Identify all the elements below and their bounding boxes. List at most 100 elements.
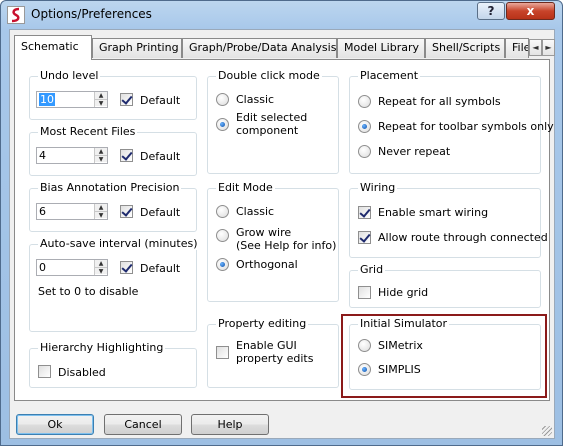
tab-model-library[interactable]: Model Library xyxy=(337,38,425,58)
hierarchy-highlighting-group: Hierarchy Highlighting Disabled xyxy=(29,341,197,388)
spinner-arrows[interactable]: ▲ ▼ xyxy=(94,204,107,219)
bias-precision-spinner[interactable]: 6 ▲ ▼ xyxy=(36,203,108,220)
recent-files-group: Most Recent Files 4 ▲ ▼ Default xyxy=(29,125,197,176)
spin-up-icon[interactable]: ▲ xyxy=(95,148,107,155)
placement-repeat-all-label: Repeat for all symbols xyxy=(378,95,501,108)
spinner-arrows[interactable]: ▲ ▼ xyxy=(94,92,107,107)
allow-route-through-label: Allow route through connected xyxy=(378,231,548,244)
tab-scroll-right-icon[interactable]: ► xyxy=(542,39,555,56)
edit-mode-grow-wire-help: (See Help for info) xyxy=(236,239,337,252)
double-click-edit-selected-radio[interactable] xyxy=(216,118,229,131)
hierarchy-highlighting-title: Hierarchy Highlighting xyxy=(38,341,166,354)
spin-up-icon[interactable]: ▲ xyxy=(95,92,107,99)
enable-gui-label: Enable GUI xyxy=(236,339,297,352)
resize-grip-icon[interactable] xyxy=(542,426,552,436)
autosave-spinner[interactable]: 0 ▲ ▼ xyxy=(36,259,108,276)
undo-default-label: Default xyxy=(140,94,181,107)
bias-default-label: Default xyxy=(140,206,181,219)
edit-mode-classic-label: Classic xyxy=(236,205,275,218)
help-button[interactable]: Help xyxy=(191,414,269,435)
initial-simulator-title: Initial Simulator xyxy=(358,317,450,330)
undo-default-checkbox[interactable] xyxy=(120,93,133,106)
tab-graph-probe-data-analysis[interactable]: Graph/Probe/Data Analysis xyxy=(182,38,337,58)
autosave-default-label: Default xyxy=(140,262,181,275)
autosave-value[interactable]: 0 xyxy=(39,261,46,274)
edit-mode-classic-radio[interactable] xyxy=(216,205,229,218)
tab-scroll-left-icon[interactable]: ◄ xyxy=(529,39,542,56)
title-bar[interactable]: Options/Preferences ? x xyxy=(1,1,562,29)
autosave-title: Auto-save interval (minutes) xyxy=(38,237,200,250)
spin-up-icon[interactable]: ▲ xyxy=(95,204,107,211)
schematic-page: Undo level 10 ▲ ▼ Default Most Recent Fi… xyxy=(14,59,554,401)
hierarchy-disabled-label: Disabled xyxy=(58,366,106,379)
grid-group: Grid Hide grid xyxy=(349,263,541,308)
edit-mode-grow-wire-label: Grow wire xyxy=(236,226,292,239)
autosave-default-checkbox[interactable] xyxy=(120,261,133,274)
recent-files-value[interactable]: 4 xyxy=(39,149,46,162)
wiring-title: Wiring xyxy=(358,181,398,194)
bias-default-checkbox[interactable] xyxy=(120,205,133,218)
double-click-edit-selected-label: Edit selected xyxy=(236,111,308,124)
recent-default-label: Default xyxy=(140,150,181,163)
edit-mode-grow-wire-radio[interactable] xyxy=(216,229,229,242)
tab-shell-scripts[interactable]: Shell/Scripts xyxy=(425,38,505,58)
title-help-button[interactable]: ? xyxy=(477,2,505,20)
enable-smart-wiring-label: Enable smart wiring xyxy=(378,206,489,219)
double-click-classic-radio[interactable] xyxy=(216,93,229,106)
spinner-arrows[interactable]: ▲ ▼ xyxy=(94,260,107,275)
tab-graph-printing[interactable]: Graph Printing xyxy=(92,38,182,58)
double-click-component-label: component xyxy=(236,124,299,137)
edit-mode-orthogonal-radio[interactable] xyxy=(216,258,229,271)
undo-level-value[interactable]: 10 xyxy=(39,93,55,106)
wiring-group: Wiring Enable smart wiring Allow route t… xyxy=(349,181,548,258)
cancel-button[interactable]: Cancel xyxy=(104,414,182,435)
app-logo-icon xyxy=(7,6,25,24)
hierarchy-disabled-checkbox[interactable] xyxy=(38,365,51,378)
edit-mode-orthogonal-label: Orthogonal xyxy=(236,258,298,271)
placement-repeat-all-radio[interactable] xyxy=(358,95,371,108)
simulator-simplis-radio[interactable] xyxy=(358,363,371,376)
window-title: Options/Preferences xyxy=(31,7,152,21)
undo-level-group: Undo level 10 ▲ ▼ Default xyxy=(29,69,197,120)
ok-button[interactable]: Ok xyxy=(16,414,94,435)
placement-never-repeat-label: Never repeat xyxy=(378,145,451,158)
placement-group: Placement Repeat for all symbols Repeat … xyxy=(349,69,554,174)
recent-default-checkbox[interactable] xyxy=(120,149,133,162)
grid-title: Grid xyxy=(358,263,386,276)
enable-smart-wiring-checkbox[interactable] xyxy=(358,206,371,219)
hide-grid-checkbox[interactable] xyxy=(358,286,371,299)
bias-precision-group: Bias Annotation Precision 6 ▲ ▼ Default xyxy=(29,181,197,232)
spin-down-icon[interactable]: ▼ xyxy=(95,99,107,107)
close-button[interactable]: x xyxy=(506,2,555,20)
spin-down-icon[interactable]: ▼ xyxy=(95,155,107,163)
tab-strip: Schematic Graph Printing Graph/Probe/Dat… xyxy=(14,35,555,60)
initial-simulator-group: Initial Simulator SIMetrix SIMPLIS xyxy=(349,317,541,390)
edit-mode-group: Edit Mode Classic Grow wire (See Help fo… xyxy=(207,181,339,302)
placement-repeat-toolbar-radio[interactable] xyxy=(358,120,371,133)
undo-level-title: Undo level xyxy=(38,69,101,82)
options-dialog: Options/Preferences ? x Schematic Graph … xyxy=(0,0,563,446)
property-editing-title: Property editing xyxy=(216,317,309,330)
placement-title: Placement xyxy=(358,69,421,82)
recent-files-spinner[interactable]: 4 ▲ ▼ xyxy=(36,147,108,164)
dialog-client: Schematic Graph Printing Graph/Probe/Dat… xyxy=(9,29,555,439)
hide-grid-label: Hide grid xyxy=(378,286,429,299)
tab-schematic[interactable]: Schematic xyxy=(14,35,92,60)
allow-route-through-checkbox[interactable] xyxy=(358,231,371,244)
double-click-mode-title: Double click mode xyxy=(216,69,322,82)
spin-down-icon[interactable]: ▼ xyxy=(95,211,107,219)
simulator-simetrix-radio[interactable] xyxy=(358,339,371,352)
undo-level-spinner[interactable]: 10 ▲ ▼ xyxy=(36,91,108,108)
enable-gui-property-edits-checkbox[interactable] xyxy=(216,346,229,359)
property-editing-group: Property editing Enable GUI property edi… xyxy=(207,317,339,388)
tab-file[interactable]: File xyxy=(505,38,529,58)
edit-mode-title: Edit Mode xyxy=(216,181,275,194)
double-click-mode-group: Double click mode Classic Edit selected … xyxy=(207,69,339,174)
spinner-arrows[interactable]: ▲ ▼ xyxy=(94,148,107,163)
spin-up-icon[interactable]: ▲ xyxy=(95,260,107,267)
spin-down-icon[interactable]: ▼ xyxy=(95,267,107,275)
autosave-group: Auto-save interval (minutes) 0 ▲ ▼ Defau… xyxy=(29,237,200,332)
bias-precision-value[interactable]: 6 xyxy=(39,205,46,218)
placement-never-repeat-radio[interactable] xyxy=(358,145,371,158)
autosave-note: Set to 0 to disable xyxy=(38,285,139,298)
